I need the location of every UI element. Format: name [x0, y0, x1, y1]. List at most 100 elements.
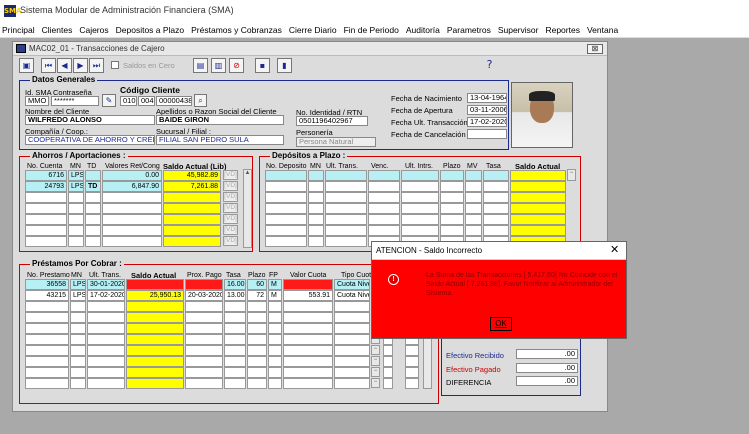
- prestamo-row-scroll[interactable]: −: [371, 367, 380, 377]
- prestamo-cell-saldo[interactable]: [126, 345, 184, 356]
- prestamo-aux-cell[interactable]: [405, 367, 419, 378]
- ahorros-cell-td[interactable]: [85, 214, 101, 225]
- prestamo-cell-fp[interactable]: [268, 301, 282, 312]
- deposito-cell[interactable]: [368, 181, 400, 192]
- menu-clientes[interactable]: Clientes: [42, 25, 73, 35]
- monitor-icon[interactable]: ▤: [193, 58, 208, 73]
- prestamo-cell-mn[interactable]: [70, 312, 86, 323]
- prestamo-cell-saldo[interactable]: [126, 301, 184, 312]
- prestamo-cell-cuota[interactable]: [283, 279, 333, 290]
- prestamo-cell-saldo[interactable]: [126, 312, 184, 323]
- prestamo-aux-cell[interactable]: [405, 345, 419, 356]
- prestamo-cell-fp[interactable]: [268, 323, 282, 334]
- prestamo-cell-ult[interactable]: [87, 334, 125, 345]
- prestamo-aux-cell[interactable]: [383, 356, 393, 367]
- personeria-select[interactable]: Persona Natural: [296, 137, 376, 147]
- vd-button[interactable]: [VD]: [223, 225, 238, 235]
- prestamo-cell-tipo[interactable]: [334, 345, 370, 356]
- ahorros-cell-cuenta[interactable]: [25, 225, 67, 236]
- deposito-cell[interactable]: [308, 203, 324, 214]
- menu-depositos[interactable]: Depositos a Plazo: [116, 25, 185, 35]
- prestamo-cell-tasa[interactable]: [224, 312, 246, 323]
- ahorros-cell-cuenta[interactable]: [25, 203, 67, 214]
- prestamo-cell-tasa[interactable]: [224, 367, 246, 378]
- vd-button[interactable]: [VD]: [223, 214, 238, 224]
- print-icon[interactable]: ▥: [211, 58, 226, 73]
- prestamo-cell-mn[interactable]: [70, 345, 86, 356]
- prestamo-cell-cuota[interactable]: [283, 378, 333, 389]
- deposito-cell[interactable]: [401, 225, 439, 236]
- prestamo-cell-cuota[interactable]: [283, 312, 333, 323]
- ahorros-cell-ret[interactable]: 0.00: [102, 170, 162, 181]
- prestamo-aux-cell[interactable]: [383, 378, 393, 389]
- menu-fin-periodo[interactable]: Fin de Periodo: [344, 25, 399, 35]
- codigo-cliente-3[interactable]: 000004381: [156, 96, 192, 106]
- prestamo-cell-tipo[interactable]: [334, 323, 370, 334]
- ahorros-cell-mn[interactable]: [68, 236, 84, 247]
- prestamo-cell-cuota[interactable]: 553.91: [283, 290, 333, 301]
- prestamo-cell-plazo[interactable]: [247, 334, 267, 345]
- prestamo-cell-tipo[interactable]: [334, 301, 370, 312]
- last-record-icon[interactable]: ⏭: [89, 58, 104, 73]
- prestamo-cell-cuota[interactable]: [283, 301, 333, 312]
- deposito-cell[interactable]: [465, 225, 482, 236]
- deposito-cell[interactable]: [510, 181, 566, 192]
- deposito-cell[interactable]: [265, 170, 307, 181]
- deposito-cell[interactable]: [325, 170, 367, 181]
- deposito-cell[interactable]: [368, 225, 400, 236]
- deposito-cell[interactable]: [483, 192, 509, 203]
- prestamo-cell-prox[interactable]: [185, 367, 223, 378]
- codigo-cliente-1[interactable]: 010: [120, 96, 137, 106]
- prestamo-cell-ult[interactable]: [87, 345, 125, 356]
- deposito-cell[interactable]: [483, 170, 509, 181]
- prestamo-cell-plazo[interactable]: [247, 323, 267, 334]
- deposito-cell[interactable]: [401, 170, 439, 181]
- apellidos-field[interactable]: BAIDE GIRON: [156, 115, 284, 125]
- prestamo-cell-prox[interactable]: [185, 279, 223, 290]
- disk-icon[interactable]: ▪: [255, 58, 270, 73]
- vd-button[interactable]: [VD]: [223, 170, 238, 180]
- ahorros-cell-td[interactable]: [85, 236, 101, 247]
- prestamo-cell-num[interactable]: [25, 345, 69, 356]
- prestamo-cell-prox[interactable]: [185, 301, 223, 312]
- menu-principal[interactable]: Principal: [2, 25, 35, 35]
- menu-cajeros[interactable]: Cajeros: [79, 25, 108, 35]
- search-client-icon[interactable]: ⌕: [194, 94, 207, 107]
- deposito-cell[interactable]: [308, 192, 324, 203]
- prestamo-cell-prox[interactable]: [185, 345, 223, 356]
- deposito-cell[interactable]: [401, 192, 439, 203]
- prestamo-cell-saldo[interactable]: [126, 356, 184, 367]
- prestamo-cell-ult[interactable]: [87, 367, 125, 378]
- deposito-cell[interactable]: [265, 214, 307, 225]
- deposito-cell[interactable]: [483, 214, 509, 225]
- deposito-cell[interactable]: [325, 192, 367, 203]
- vd-button[interactable]: [VD]: [223, 192, 238, 202]
- prestamo-cell-plazo[interactable]: [247, 367, 267, 378]
- deposito-cell[interactable]: [368, 203, 400, 214]
- prestamo-cell-tasa[interactable]: 16.00: [224, 279, 246, 290]
- codigo-cliente-2[interactable]: 004: [138, 96, 155, 106]
- deposito-cell[interactable]: [308, 170, 324, 181]
- menu-prestamos[interactable]: Préstamos y Cobranzas: [191, 25, 282, 35]
- deposito-cell[interactable]: [440, 181, 464, 192]
- deposito-cell[interactable]: [510, 225, 566, 236]
- deposito-cell[interactable]: [265, 181, 307, 192]
- prestamo-cell-cuota[interactable]: [283, 356, 333, 367]
- prestamo-aux-cell[interactable]: [405, 356, 419, 367]
- prestamo-cell-tasa[interactable]: [224, 356, 246, 367]
- prestamo-cell-mn[interactable]: [70, 367, 86, 378]
- form-close-button[interactable]: ⊠: [587, 44, 603, 54]
- prestamo-cell-saldo[interactable]: 25,950.13: [126, 290, 184, 301]
- prestamo-cell-saldo[interactable]: [126, 367, 184, 378]
- deposito-cell[interactable]: [401, 203, 439, 214]
- ahorros-cell-saldo[interactable]: [163, 225, 221, 236]
- ok-button[interactable]: OK: [490, 317, 512, 331]
- deposito-cell[interactable]: [265, 225, 307, 236]
- deposito-cell[interactable]: [325, 214, 367, 225]
- prestamo-cell-mn[interactable]: [70, 378, 86, 389]
- menu-parametros[interactable]: Parametros: [447, 25, 491, 35]
- prestamo-cell-tipo[interactable]: [334, 378, 370, 389]
- prestamo-cell-tipo[interactable]: Cuota Nive: [334, 290, 370, 301]
- ahorros-cell-saldo[interactable]: [163, 192, 221, 203]
- first-record-icon[interactable]: ⏮: [41, 58, 56, 73]
